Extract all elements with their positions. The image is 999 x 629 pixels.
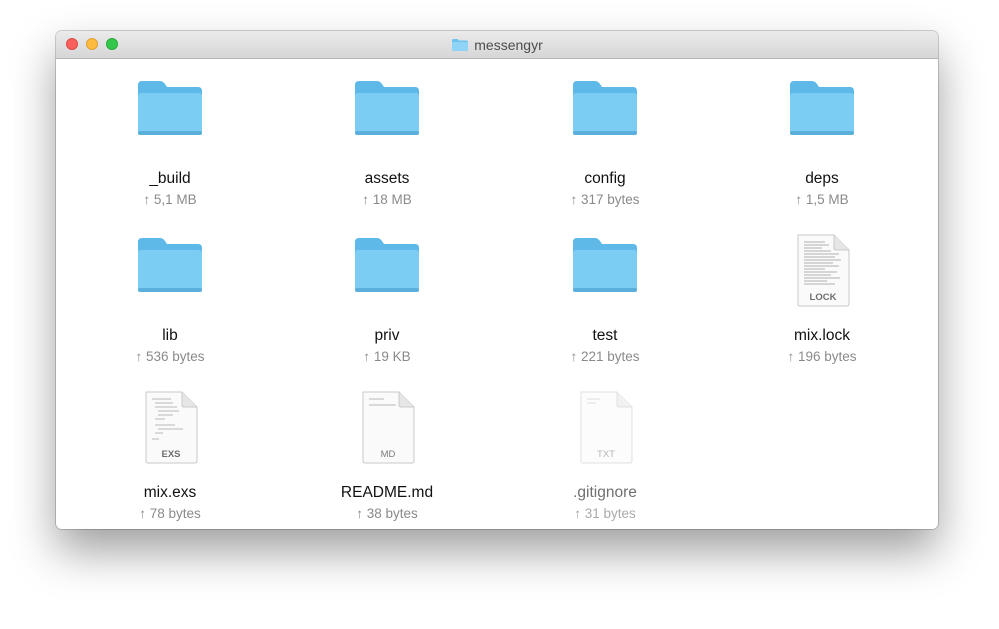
file-size: ↑ 5,1 MB bbox=[143, 192, 197, 207]
file-size: ↑ 536 bytes bbox=[135, 349, 205, 364]
file-badge: MD bbox=[381, 449, 396, 460]
document-icon: MD bbox=[362, 391, 415, 464]
file-grid: _build ↑ 5,1 MB assets ↑ 18 MB config ↑ … bbox=[56, 59, 938, 529]
file-item-gitignore[interactable]: TXT .gitignore ↑ 31 bytes bbox=[525, 391, 685, 522]
file-size: ↑ 78 bytes bbox=[139, 506, 201, 521]
file-size: ↑ 38 bytes bbox=[356, 506, 418, 521]
file-name: .gitignore bbox=[573, 484, 637, 501]
document-icon: EXS bbox=[145, 391, 198, 464]
file-name: config bbox=[584, 170, 626, 187]
file-item-build[interactable]: _build ↑ 5,1 MB bbox=[90, 77, 250, 208]
file-name: assets bbox=[364, 170, 410, 187]
file-badge: TXT bbox=[597, 449, 615, 460]
file-item-mix-exs[interactable]: EXS mix.exs ↑ 78 bytes bbox=[90, 391, 250, 522]
folder-icon bbox=[452, 38, 469, 51]
folder-icon bbox=[355, 238, 419, 292]
folder-icon bbox=[790, 81, 854, 135]
folder-icon bbox=[573, 81, 637, 135]
title-bar[interactable]: messengyr bbox=[56, 31, 938, 59]
file-name: _build bbox=[149, 170, 191, 187]
folder-icon bbox=[573, 238, 637, 292]
file-size: ↑ 19 KB bbox=[363, 349, 411, 364]
file-item-assets[interactable]: assets ↑ 18 MB bbox=[307, 77, 467, 208]
file-name: priv bbox=[374, 327, 400, 344]
file-item-test[interactable]: test ↑ 221 bytes bbox=[525, 234, 685, 365]
file-item-priv[interactable]: priv ↑ 19 KB bbox=[307, 234, 467, 365]
file-size: ↑ 18 MB bbox=[362, 192, 412, 207]
file-size: ↑ 196 bytes bbox=[787, 349, 857, 364]
folder-icon bbox=[138, 238, 202, 292]
file-item-mix-lock[interactable]: LOCK mix.lock ↑ 196 bytes bbox=[742, 234, 902, 365]
folder-icon bbox=[355, 81, 419, 135]
file-name: mix.exs bbox=[143, 484, 197, 501]
finder-window: messengyr _build ↑ 5,1 MB assets ↑ 18 MB… bbox=[56, 31, 938, 529]
file-name: mix.lock bbox=[794, 327, 850, 344]
file-name: README.md bbox=[340, 484, 434, 501]
folder-icon bbox=[138, 81, 202, 135]
file-badge: LOCK bbox=[810, 292, 837, 303]
file-size: ↑ 221 bytes bbox=[570, 349, 640, 364]
file-name: test bbox=[592, 327, 618, 344]
file-item-readme[interactable]: MD README.md ↑ 38 bytes bbox=[307, 391, 467, 522]
window-title-group: messengyr bbox=[56, 31, 938, 58]
file-size: ↑ 31 bytes bbox=[574, 506, 636, 521]
file-size: ↑ 1,5 MB bbox=[795, 192, 849, 207]
document-icon: LOCK bbox=[797, 234, 850, 307]
file-item-deps[interactable]: deps ↑ 1,5 MB bbox=[742, 77, 902, 208]
file-item-lib[interactable]: lib ↑ 536 bytes bbox=[90, 234, 250, 365]
file-name: lib bbox=[162, 327, 178, 344]
document-icon: TXT bbox=[580, 391, 633, 464]
file-badge: EXS bbox=[161, 449, 180, 460]
file-item-config[interactable]: config ↑ 317 bytes bbox=[525, 77, 685, 208]
window-title: messengyr bbox=[474, 36, 543, 53]
file-name: deps bbox=[805, 170, 839, 187]
file-size: ↑ 317 bytes bbox=[570, 192, 640, 207]
